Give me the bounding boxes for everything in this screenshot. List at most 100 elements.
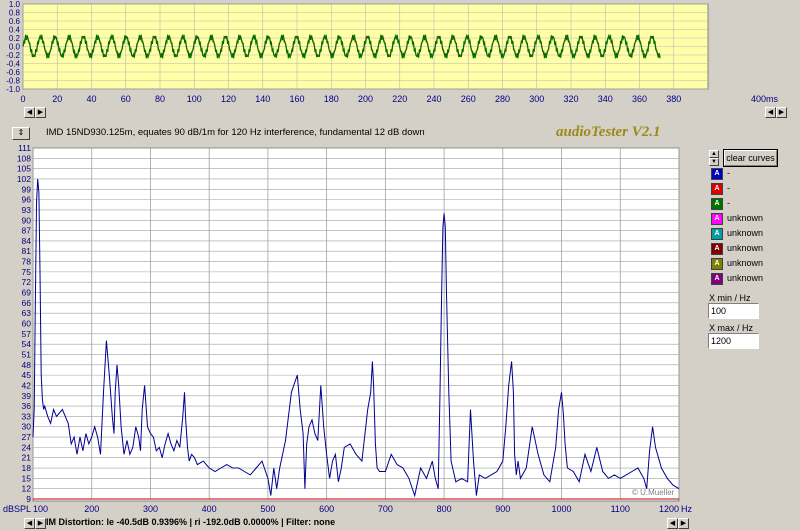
spectrum-y-tick-label: 111 [18,143,31,153]
oscilloscope-panel: 1.00.80.60.40.20.0-0.2-0.4-0.6-0.8-1.0 0… [0,0,800,104]
spectrum-x-tick-label: 400 [202,504,217,514]
spectrum-y-tick-label: 66 [22,298,32,308]
curve-color-icon[interactable]: A [711,228,723,240]
scope-x-tick-label: 80 [155,94,165,104]
legend-item-label: unknown [727,243,764,253]
spectrum-x-tick-label: 600 [319,504,334,514]
arrow-left-icon: ◀ [26,520,33,527]
spectrum-x-tick-label: 1100 [611,504,630,514]
curve-color-icon[interactable]: A [711,198,723,210]
arrow-right-icon: ▶ [680,520,687,527]
spectrum-y-tick-label: 81 [22,246,32,256]
scope-x-tick-label: 100 [187,94,202,104]
spectrum-y-tick-label: 48 [22,360,32,370]
scope-x-tick-label: 280 [495,94,510,104]
arrow-down-icon: ▼ [711,159,717,165]
scope-x-tick-label: 40 [86,94,96,104]
spectrum-y-tick-label: 84 [22,236,32,246]
spectrum-y-tick-label: 33 [22,411,32,421]
spectrum-x-tick-label: 700 [378,504,393,514]
scope-x-tick-label: 0 [20,94,25,104]
scope-x-tick-label: 20 [52,94,62,104]
scope-x-tick-label: 360 [632,94,647,104]
spectrum-y-tick-label: 54 [22,339,32,349]
oscilloscope-x-unit: 400ms [751,94,779,104]
scope-scroll-right-button[interactable]: ▶ [35,107,46,118]
spectrum-x-tick-label: 100 [33,504,48,514]
scope-x-tick-label: 60 [121,94,131,104]
arrow-up-icon: ▲ [711,151,717,157]
spectrum-y-tick-label: 12 [22,484,32,494]
scope-x-tick-label: 320 [563,94,578,104]
spectrum-scroll-right-button[interactable]: ▶ [35,518,46,529]
curve-color-icon[interactable]: A [711,273,723,285]
curve-color-icon[interactable]: A [711,258,723,270]
legend-item-label: - [727,198,730,208]
measurement-title: IMD 15ND930.125m, equates 90 dB/1m for 1… [46,127,425,138]
clear-curves-button[interactable]: clear curves [723,149,778,167]
curve-color-icon[interactable]: A [711,213,723,225]
spectrum-scrollbar-right-right-button[interactable]: ▶ [678,518,689,529]
spectrum-x-tick-label: 1200 [659,504,679,514]
curves-scroll-up-button[interactable]: ▲ [709,150,719,158]
spectrum-y-tick-label: 24 [22,442,32,452]
spectrum-x-tick-label: 300 [143,504,158,514]
scope-x-tick-label: 220 [392,94,407,104]
scope-x-tick-label: 380 [666,94,681,104]
spectrum-y-tick-label: 93 [22,205,32,215]
spectrum-x-tick-label: 200 [84,504,99,514]
spectrum-y-tick-label: 72 [22,277,32,287]
spectrum-y-tick-label: 60 [22,319,32,329]
scope-scrollbar-right-left-button[interactable]: ◀ [765,107,776,118]
scope-x-tick-label: 300 [529,94,544,104]
spectrum-y-tick-label: 69 [22,288,32,298]
curve-color-icon[interactable]: A [711,183,723,195]
xmin-label: X min / Hz [709,293,751,303]
legend-item-label: - [727,183,730,193]
spectrum-y-tick-label: 39 [22,391,32,401]
arrow-right-icon: ▶ [37,520,44,527]
xmax-label: X max / Hz [709,323,754,333]
scope-x-tick-label: 340 [598,94,613,104]
spectrum-plot-area [32,147,680,502]
spectrum-x-tick-label: 900 [495,504,510,514]
xmin-input[interactable] [708,303,759,319]
spectrum-y-tick-label: 30 [22,422,32,432]
scope-x-tick-label: 140 [255,94,270,104]
arrow-right-icon: ▶ [778,109,785,116]
legend-item-label: unknown [727,213,764,223]
legend-item-label: unknown [727,273,764,283]
legend-item-label: unknown [727,228,764,238]
spectrum-y-tick-label: 57 [22,329,32,339]
xmax-input[interactable] [708,333,759,349]
curves-scroll-down-button[interactable]: ▼ [709,158,719,166]
status-bar-text: IM Distortion: le -40.5dB 0.9396% | ri -… [46,517,336,527]
spectrum-watermark: © U.Mueller [632,488,675,497]
scope-scroll-left-button[interactable]: ◀ [24,107,35,118]
app-brand: audioTester V2.1 [556,124,661,140]
scope-x-tick-label: 180 [324,94,339,104]
spectrum-x-unit: Hz [681,504,692,514]
arrow-left-icon: ◀ [26,109,33,116]
spectrum-x-tick-label: 500 [260,504,275,514]
spectrum-y-tick-label: 63 [22,308,32,318]
spectrum-scroll-left-button[interactable]: ◀ [24,518,35,529]
arrow-left-icon: ◀ [669,520,676,527]
spectrum-y-tick-label: 9 [26,494,31,504]
spectrum-y-tick-label: 45 [22,370,32,380]
spectrum-y-tick-label: 102 [17,174,31,184]
scope-x-tick-label: 260 [461,94,476,104]
arrow-right-icon: ▶ [37,109,44,116]
spectrum-y-tick-label: 15 [22,473,32,483]
spectrum-y-tick-label: 51 [22,349,32,359]
scope-x-tick-label: 160 [289,94,304,104]
spectrum-y-tick-label: 108 [17,153,31,163]
spectrum-scrollbar-right-left-button[interactable]: ◀ [667,518,678,529]
curve-color-icon[interactable]: A [711,168,723,180]
scope-scrollbar-right-right-button[interactable]: ▶ [776,107,787,118]
spectrum-y-tick-label: 42 [22,380,32,390]
curve-color-icon[interactable]: A [711,243,723,255]
scope-y-tick-label: -1.0 [6,85,20,94]
title-spin-button[interactable]: ⇕ [12,127,30,140]
up-down-icon: ⇕ [17,128,25,137]
